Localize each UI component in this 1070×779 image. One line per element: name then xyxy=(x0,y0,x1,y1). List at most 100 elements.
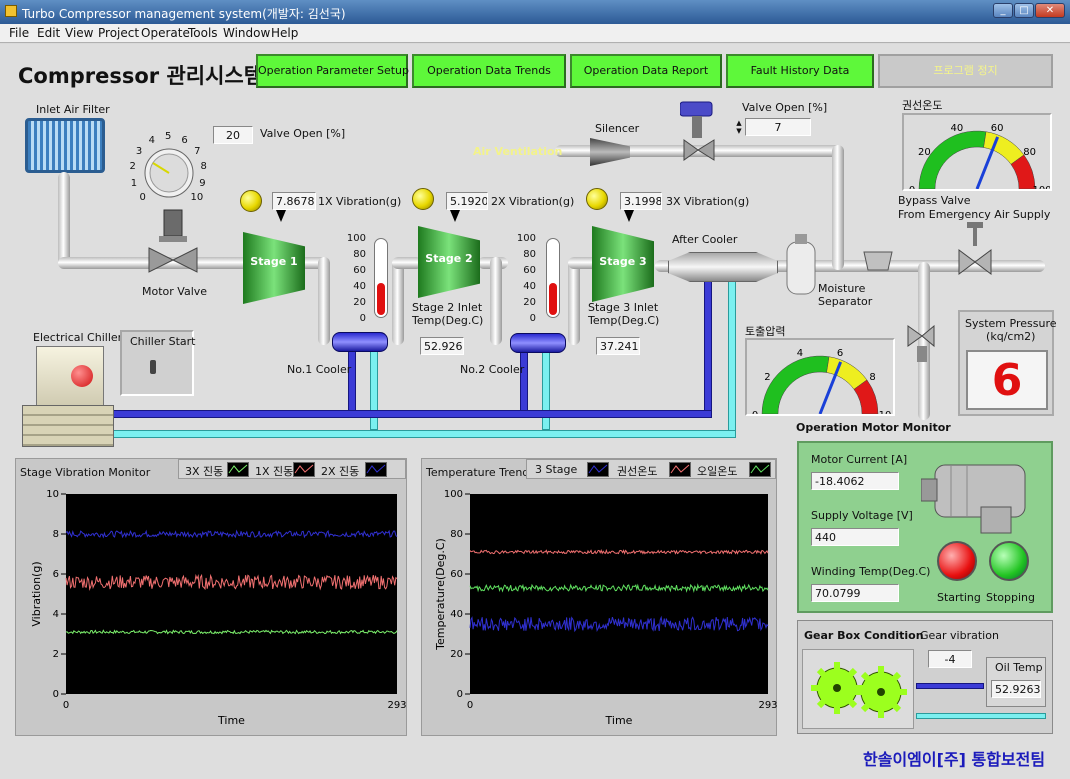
vibration-3-value: 3.19986 xyxy=(620,192,662,210)
operation-data-report-button[interactable]: Operation Data Report xyxy=(570,54,722,88)
gauge-zone xyxy=(918,130,987,190)
operation-parameter-setup-button[interactable]: Operation Parameter Setup xyxy=(256,54,409,88)
y-tick-label: 8 xyxy=(53,529,59,540)
plot-area xyxy=(470,494,768,694)
knob-tick-label: 9 xyxy=(199,178,206,190)
pipe xyxy=(832,145,844,270)
safety-valve-icon xyxy=(907,324,935,362)
silencer-label: Silencer xyxy=(595,122,640,135)
chiller-start-panel: Chiller Start xyxy=(120,330,196,396)
menu-file[interactable]: File xyxy=(9,26,29,40)
menu-operate[interactable]: Operate xyxy=(141,26,190,40)
chiller-label: Electrical Chiller xyxy=(33,331,123,344)
starting-button[interactable] xyxy=(937,541,977,581)
bypass-valve-label: Bypass Valve From Emergency Air Supply xyxy=(898,194,1051,221)
x-axis-label: Time xyxy=(217,714,245,727)
coolant-pipe xyxy=(348,345,356,413)
gauge-tick-label: 80 xyxy=(1023,147,1036,158)
motor-valve-label: Motor Valve xyxy=(142,285,208,298)
knob-tick-label: 8 xyxy=(200,161,207,173)
coolant-pipe xyxy=(704,278,712,413)
knob-tick-label: 5 xyxy=(165,131,172,142)
motor-current-label: Motor Current [A] xyxy=(811,453,908,466)
down-arrow-icon xyxy=(624,210,634,222)
minimize-icon[interactable]: _ xyxy=(993,3,1013,18)
maximize-icon[interactable]: □ xyxy=(1014,3,1034,18)
gauge-tick-label: 4 xyxy=(797,348,803,359)
y-axis-label: Temperature(Deg.C) xyxy=(434,538,447,651)
menu-help[interactable]: Help xyxy=(271,26,298,40)
knob-tick-label: 0 xyxy=(139,192,146,204)
gear-icon xyxy=(811,662,907,718)
gauge-tick-label: 100 xyxy=(1032,185,1050,189)
fault-history-data-button[interactable]: Fault History Data xyxy=(726,54,874,88)
vibration-1-led xyxy=(240,190,262,212)
thermo-2-scale: 100 80 60 40 20 0 xyxy=(516,233,536,324)
no2-cooler-label: No.2 Cooler xyxy=(460,363,525,376)
menu-view[interactable]: View xyxy=(65,26,93,40)
legend-label: 1X 진동 xyxy=(255,465,294,478)
stage-3-inlet-value: 37.2418 xyxy=(596,337,640,355)
coolant-pipe xyxy=(728,278,736,438)
menu-tools[interactable]: Tools xyxy=(188,26,218,40)
temperature-chart-title: Temperature Trend xyxy=(426,466,530,479)
winding-temp-value: 70.0799 xyxy=(811,584,899,602)
thermo-1-scale: 100 80 60 40 20 0 xyxy=(346,233,366,324)
stepper-icon[interactable]: ▲ ▼ xyxy=(735,119,743,135)
stopping-button[interactable] xyxy=(989,541,1029,581)
pipe xyxy=(392,257,422,269)
menu-edit[interactable]: Edit xyxy=(37,26,60,40)
close-icon[interactable]: ✕ xyxy=(1035,3,1065,18)
chiller-start-label: Chiller Start xyxy=(130,335,196,348)
discharge-gauge-dial: 0 2 4 6 8 10 xyxy=(752,348,892,421)
coolant-pipe xyxy=(108,410,712,418)
legend-swatch xyxy=(227,462,249,477)
down-arrow-icon xyxy=(276,210,286,222)
legend-label: 오일온도 xyxy=(697,465,738,478)
gauge-zone xyxy=(761,355,830,415)
winding-gauge-dial: 0 20 40 60 80 100 xyxy=(909,123,1052,196)
y-tick-label: 10 xyxy=(46,489,59,500)
inlet-filter-icon xyxy=(25,118,105,173)
electrical-chiller-icon xyxy=(36,346,104,408)
motor-current-value: -18.4062 xyxy=(811,472,899,490)
y-tick-label: 0 xyxy=(457,689,463,700)
system-pressure-panel: System Pressure (kq/cm2) 6 xyxy=(958,310,1057,416)
legend-label: 권선온도 xyxy=(617,465,658,478)
knob-tick-label: 1 xyxy=(130,178,138,190)
x-tick-label: 0 xyxy=(467,700,473,711)
vibration-2-label: 2X Vibration(g) xyxy=(491,195,575,208)
vibration-3-led xyxy=(586,188,608,210)
y-tick-label: 40 xyxy=(450,609,463,620)
vibration-1-value: 7.8678 xyxy=(272,192,316,210)
discharge-gauge: 0 2 4 6 8 10 xyxy=(745,338,895,421)
y-tick-label: 2 xyxy=(53,649,59,660)
valve-2-input[interactable]: 7 xyxy=(745,118,811,136)
motor-icon xyxy=(921,464,1026,534)
control-valve-icon xyxy=(680,101,715,161)
x-tick-label: 0 xyxy=(63,700,69,711)
gauge-tick-label: 40 xyxy=(951,123,964,134)
chiller-base-icon xyxy=(22,405,114,447)
legend-label: 3X 진동 xyxy=(185,465,224,478)
legend-swatch xyxy=(365,462,387,477)
gear-vibration-label: Gear vibration xyxy=(920,629,999,642)
y-tick-label: 6 xyxy=(53,569,59,580)
menu-project[interactable]: Project xyxy=(98,26,139,40)
operation-data-trends-button[interactable]: Operation Data Trends xyxy=(412,54,566,88)
valve-open-input[interactable]: 20 xyxy=(213,126,253,144)
no2-cooler-icon xyxy=(510,333,566,353)
x-tick-label: 293 xyxy=(387,700,406,711)
stage-2-inlet-value: 52.9263 xyxy=(420,337,464,355)
motor-monitor-panel: Motor Current [A] -18.4062 Supply Voltag… xyxy=(797,441,1053,613)
toggle-switch[interactable] xyxy=(150,360,156,374)
stop-program-button[interactable]: 프로그램 정지 xyxy=(878,54,1053,88)
pipe xyxy=(58,172,70,268)
vibration-2-value: 5.19203 xyxy=(446,192,488,210)
temperature-chart-panel: Temperature Trend 3 Stage 권선온도 오일온도 0 20 4… xyxy=(421,458,778,736)
x-axis-label: Time xyxy=(605,714,633,727)
temperature-chart: 0 20 40 60 80 100 0 293 Time Temperature(Deg.C) xyxy=(434,489,778,727)
menu-window[interactable]: Window xyxy=(223,26,270,40)
y-tick-label: 20 xyxy=(450,649,463,660)
after-cooler-icon xyxy=(668,252,778,282)
